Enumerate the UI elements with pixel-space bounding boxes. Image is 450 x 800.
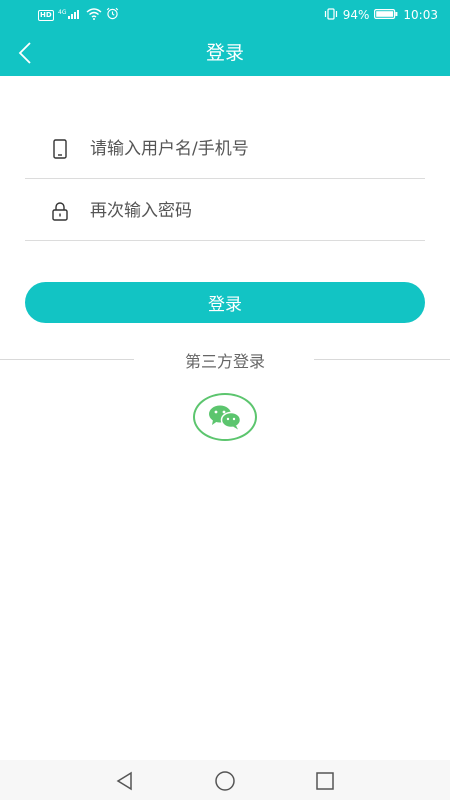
login-button[interactable]: 登录: [25, 282, 425, 323]
back-button[interactable]: [10, 36, 40, 70]
triangle-back-icon: [116, 771, 132, 791]
chevron-left-icon: [18, 42, 31, 64]
system-nav-bar: [0, 760, 450, 800]
title-bar: 登录: [0, 30, 450, 76]
phone-icon: [50, 138, 70, 160]
wechat-login-button[interactable]: [193, 393, 257, 441]
wechat-icon: [209, 405, 242, 430]
status-left: HD 4G: [38, 7, 119, 23]
signal-icon: 4G: [58, 8, 82, 23]
svg-text:4G: 4G: [58, 9, 67, 16]
status-time: 10:03: [403, 8, 438, 22]
page-title: 登录: [205, 42, 244, 64]
status-right: 94% 10:03: [324, 7, 438, 23]
password-row: [25, 181, 425, 241]
nav-recents-button[interactable]: [312, 768, 338, 794]
third-party-label: 第三方登录: [184, 352, 265, 371]
circle-home-icon: [215, 771, 235, 791]
status-bar: HD 4G 94% 10:03: [0, 0, 450, 30]
alarm-icon: [106, 7, 119, 23]
username-input[interactable]: [90, 128, 425, 169]
battery-icon: [374, 8, 398, 23]
lock-icon: [50, 200, 70, 222]
battery-percent: 94%: [342, 8, 370, 22]
nav-back-button[interactable]: [112, 768, 138, 794]
username-row: [25, 119, 425, 179]
password-input[interactable]: [90, 190, 425, 231]
square-recents-icon: [316, 772, 334, 790]
hd-badge: HD: [38, 9, 54, 21]
nav-home-button[interactable]: [212, 768, 238, 794]
wifi-icon: [86, 7, 102, 23]
vibrate-icon: [324, 7, 338, 23]
app-header: HD 4G 94% 10:03 登录: [0, 0, 450, 76]
